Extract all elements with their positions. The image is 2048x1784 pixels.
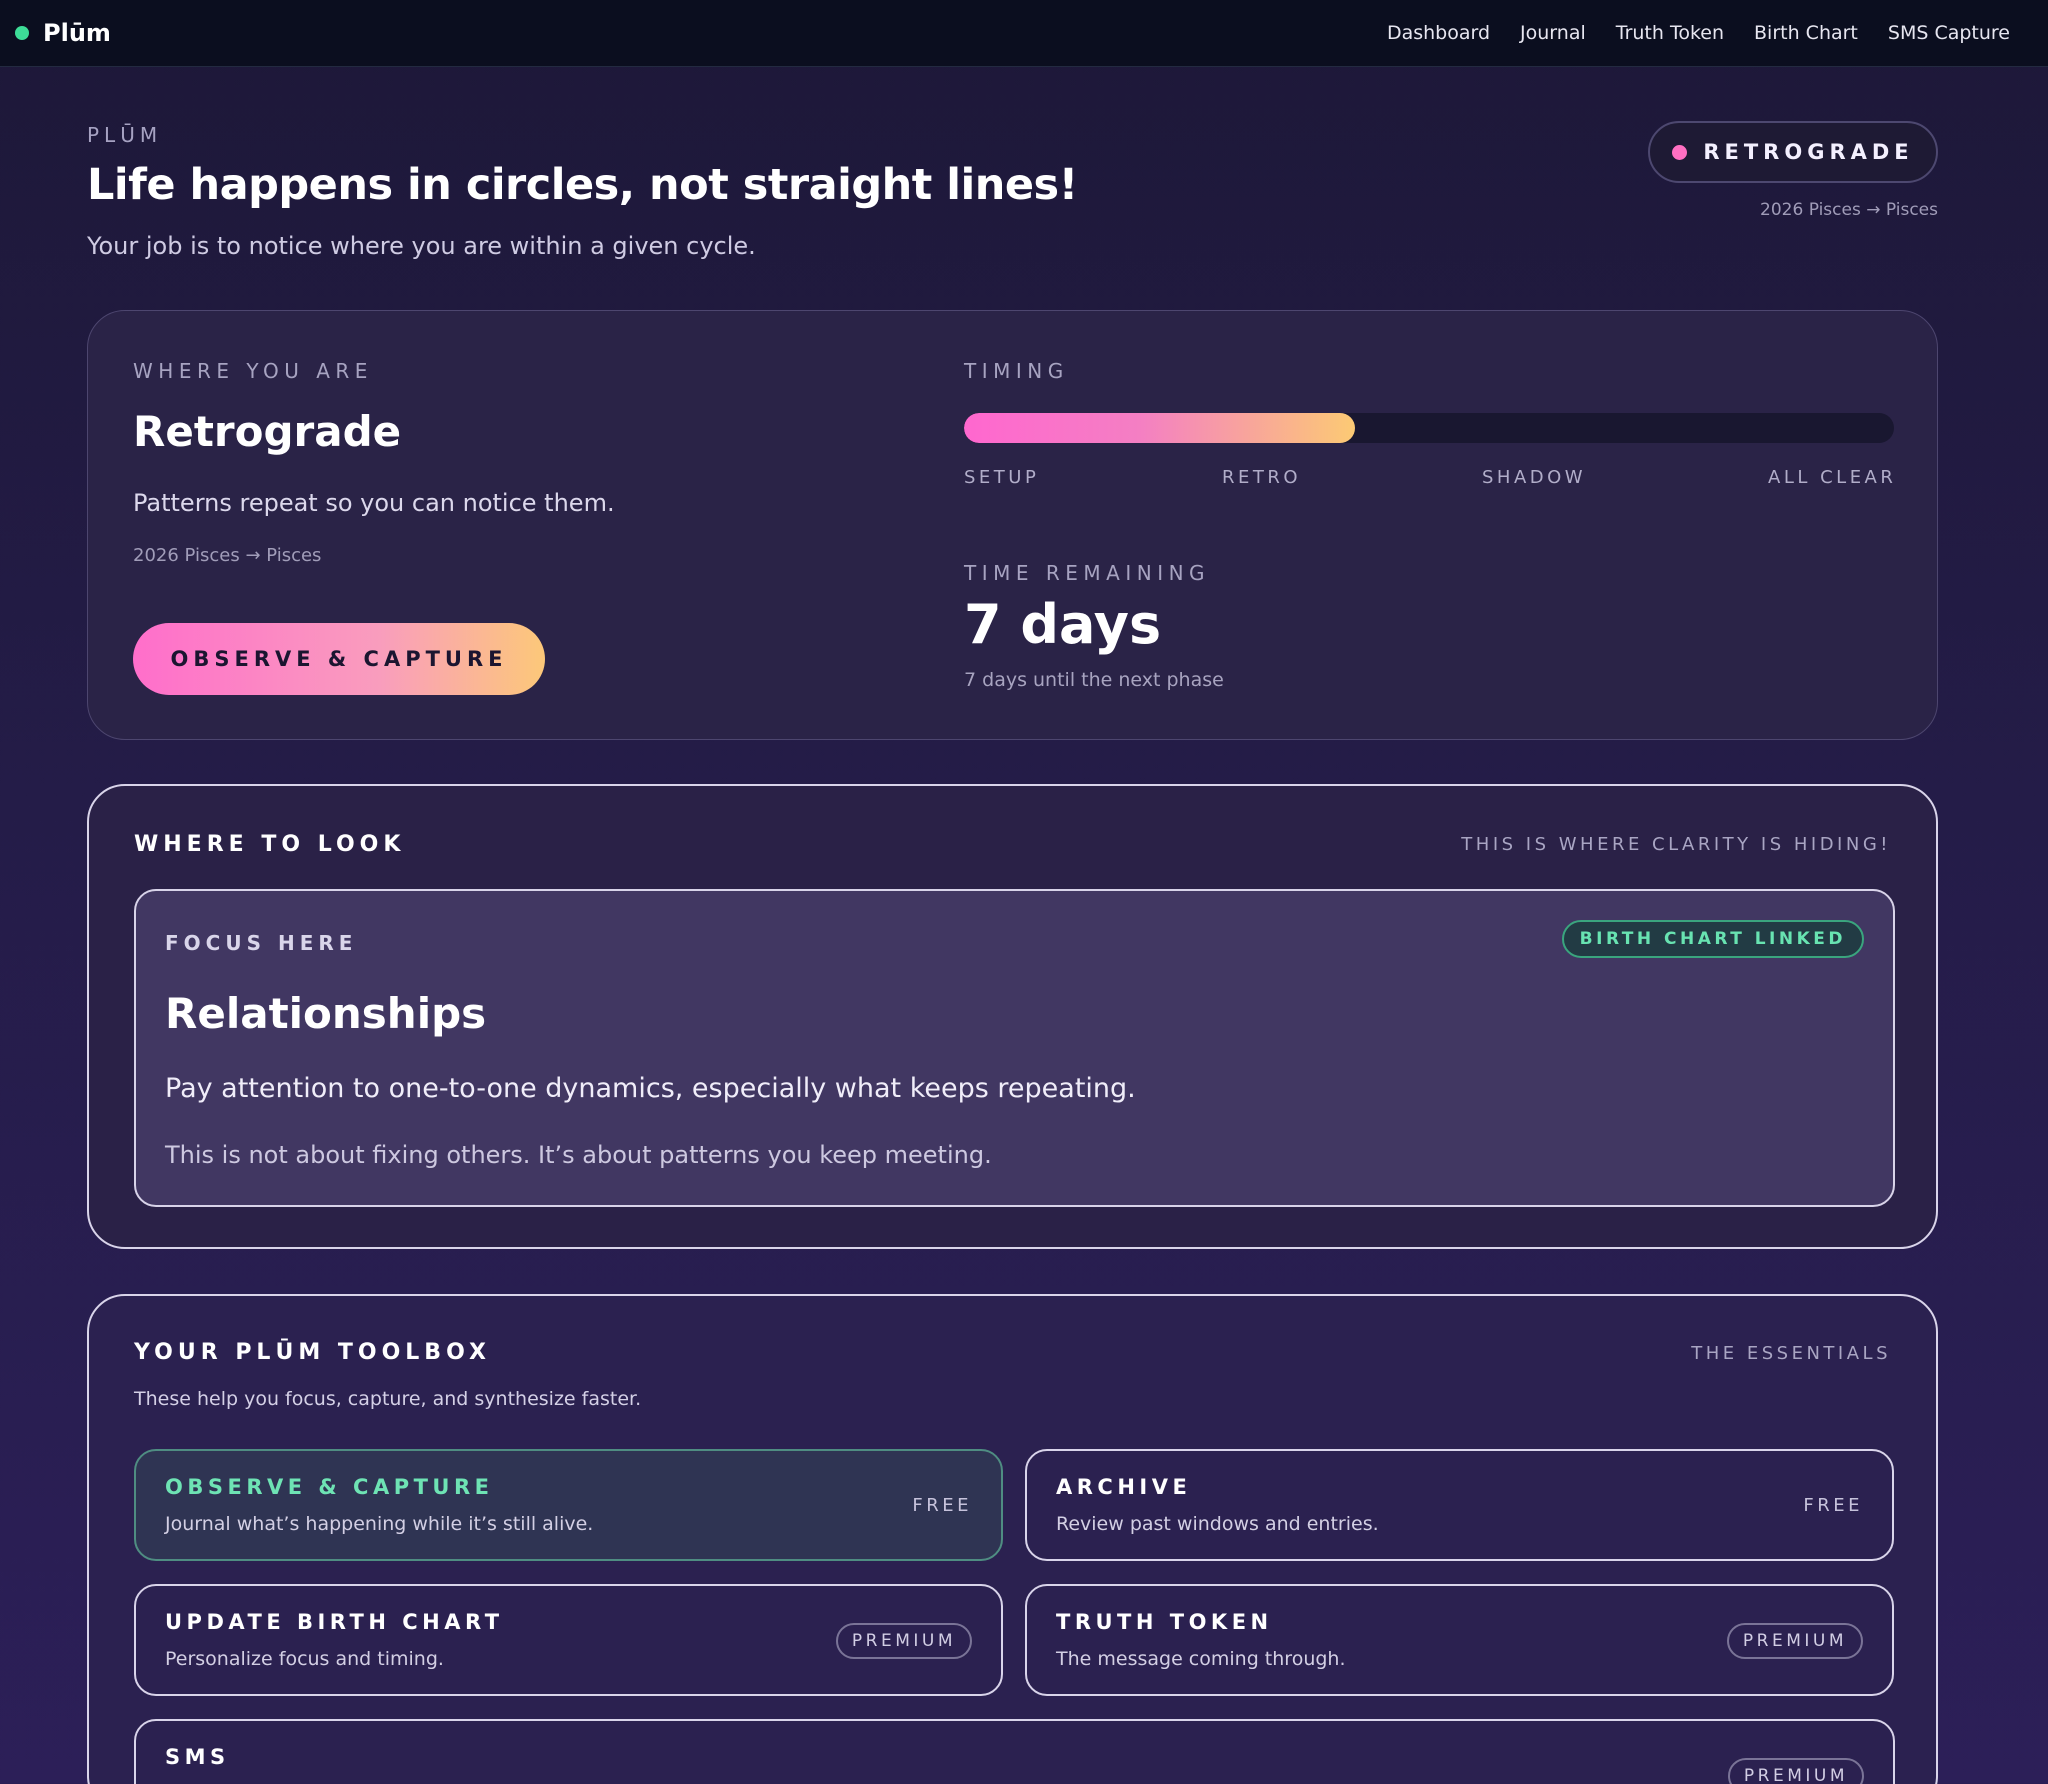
status-pill: RETROGRADE	[1648, 121, 1938, 183]
phase-setup: SETUP	[964, 467, 1040, 488]
tool-description: Journal what’s happening while it’s stil…	[165, 1513, 594, 1535]
page-title: Life happens in circles, not straight li…	[87, 160, 1078, 210]
tool-name: UPDATE BIRTH CHART	[165, 1610, 504, 1634]
observe-capture-button[interactable]: OBSERVE & CAPTURE	[133, 623, 545, 695]
where-to-look-heading: WHERE TO LOOK	[134, 832, 406, 857]
status-pill-subtext: 2026 Pisces → Pisces	[1760, 200, 1938, 220]
nav-link-journal[interactable]: Journal	[1520, 22, 1586, 44]
phase-title: Retrograde	[133, 407, 402, 456]
birth-chart-linked-badge: BIRTH CHART LINKED	[1561, 920, 1864, 958]
tool-name: SMS	[165, 1745, 230, 1769]
timing-progress-fill	[964, 413, 1355, 443]
nav-link-truth-token[interactable]: Truth Token	[1616, 22, 1724, 44]
toolbox-heading: YOUR PLŪM TOOLBOX	[134, 1340, 491, 1365]
where-you-are-label: WHERE YOU ARE	[133, 359, 373, 383]
hero-eyebrow: PLŪM	[87, 123, 163, 147]
nav-links: Dashboard Journal Truth Token Birth Char…	[1387, 22, 2010, 44]
nav-link-dashboard[interactable]: Dashboard	[1387, 22, 1490, 44]
focus-title: Relationships	[165, 989, 487, 1038]
tool-description: Review past windows and entries.	[1056, 1513, 1379, 1535]
tool-sms[interactable]: SMS PREMIUM	[134, 1719, 1895, 1784]
focus-description: Pay attention to one-to-one dynamics, es…	[165, 1073, 1136, 1104]
premium-badge: PREMIUM	[835, 1623, 972, 1659]
where-to-look-note: THIS IS WHERE CLARITY IS HIDING!	[1461, 834, 1891, 855]
time-remaining-subtext: 7 days until the next phase	[964, 669, 1224, 691]
phase-description: Patterns repeat so you can notice them.	[133, 489, 615, 517]
tool-archive[interactable]: ARCHIVE Review past windows and entries.…	[1025, 1449, 1894, 1561]
focus-note: This is not about fixing others. It’s ab…	[165, 1141, 992, 1169]
timing-label: TIMING	[964, 359, 1069, 383]
status-card: WHERE YOU ARE Retrograde Patterns repeat…	[87, 310, 1938, 740]
nav-link-birth-chart[interactable]: Birth Chart	[1754, 22, 1858, 44]
nav-link-sms-capture[interactable]: SMS Capture	[1888, 22, 2010, 44]
phase-retro: RETRO	[1222, 467, 1302, 488]
timing-progress-bar	[964, 413, 1894, 443]
time-remaining-value: 7 days	[964, 593, 1162, 656]
focus-here-label: FOCUS HERE	[165, 931, 358, 955]
phase-shadow: SHADOW	[1482, 467, 1587, 488]
tool-tag: FREE	[1803, 1495, 1863, 1516]
tool-description: Personalize focus and timing.	[165, 1648, 444, 1670]
time-remaining-label: TIME REMAINING	[964, 561, 1211, 585]
tool-name: ARCHIVE	[1056, 1475, 1192, 1499]
focus-panel: FOCUS HERE BIRTH CHART LINKED Relationsh…	[134, 889, 1895, 1207]
tool-name: OBSERVE & CAPTURE	[165, 1475, 494, 1499]
brand-logo[interactable]: Plūm	[43, 19, 111, 47]
tool-tag: FREE	[912, 1495, 972, 1516]
premium-badge: PREMIUM	[1727, 1758, 1864, 1784]
tool-observe-capture[interactable]: OBSERVE & CAPTURE Journal what’s happeni…	[134, 1449, 1003, 1561]
where-to-look-card: WHERE TO LOOK THIS IS WHERE CLARITY IS H…	[87, 784, 1938, 1249]
brand-status-dot-icon	[15, 26, 29, 40]
page-subtitle: Your job is to notice where you are with…	[87, 232, 756, 260]
tool-description: The message coming through.	[1056, 1648, 1346, 1670]
tool-update-birth-chart[interactable]: UPDATE BIRTH CHART Personalize focus and…	[134, 1584, 1003, 1696]
premium-badge: PREMIUM	[1726, 1623, 1863, 1659]
toolbox-note: THE ESSENTIALS	[1691, 1343, 1891, 1364]
tool-name: TRUTH TOKEN	[1056, 1610, 1273, 1634]
toolbox-subtitle: These help you focus, capture, and synth…	[134, 1388, 642, 1410]
phase-subtext: 2026 Pisces → Pisces	[133, 545, 322, 566]
tool-truth-token[interactable]: TRUTH TOKEN The message coming through. …	[1025, 1584, 1894, 1696]
status-pill-label: RETROGRADE	[1703, 140, 1914, 164]
status-dot-icon	[1672, 144, 1688, 160]
toolbox-card: YOUR PLŪM TOOLBOX THE ESSENTIALS These h…	[87, 1294, 1938, 1784]
phase-all-clear: ALL CLEAR	[1768, 467, 1897, 488]
top-nav: Plūm Dashboard Journal Truth Token Birth…	[0, 0, 2048, 67]
